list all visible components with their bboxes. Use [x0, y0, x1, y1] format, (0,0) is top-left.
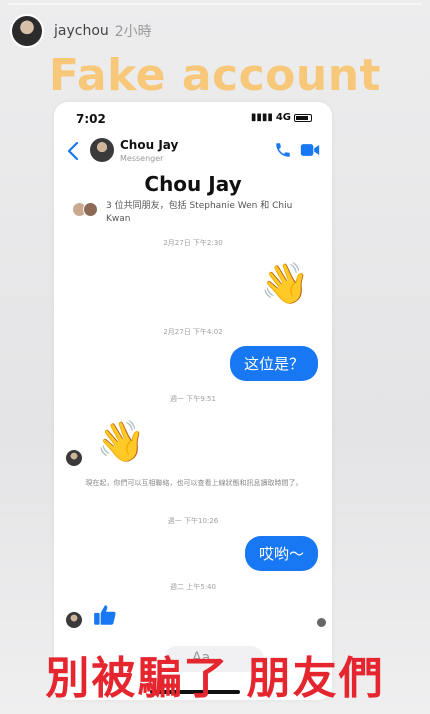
chat-header: Chou Jay Messenger [54, 136, 332, 166]
message-timestamp: 週一 下午10:26 [167, 517, 219, 525]
battery-icon [294, 113, 312, 122]
sent-message-bubble[interactable]: 哎哟～ [244, 536, 318, 571]
sent-message-bubble[interactable]: 这位是？ [229, 346, 318, 381]
wave-emoji[interactable]: 👋 [260, 264, 310, 304]
video-call-icon[interactable] [300, 142, 320, 158]
message-timestamp: 2月27日 下午4:02 [163, 328, 223, 336]
network-label: 4G [275, 112, 291, 123]
contact-name[interactable]: Chou Jay [120, 138, 178, 152]
read-receipt-avatar [317, 618, 326, 627]
mutual-avatars [72, 202, 102, 218]
avatar[interactable] [10, 14, 44, 48]
contact-avatar [66, 450, 82, 466]
contact-avatar[interactable] [90, 138, 114, 162]
status-bar: 7:02 ▮▮▮▮ 4G [54, 112, 332, 130]
bottom-caption: 別被騙了 朋友們 [45, 653, 385, 704]
story-username[interactable]: jaychou [54, 23, 109, 39]
message-timestamp: 2月27日 下午2:30 [163, 239, 223, 247]
thumbs-up-icon[interactable] [92, 602, 118, 628]
top-caption: Fake account [48, 50, 382, 101]
wave-emoji[interactable]: 👋 [96, 422, 146, 462]
story-time: 2小時 [114, 24, 152, 40]
mutual-friends: 3 位共同朋友，包括 Stephanie Wen 和 Chiu Kwan [72, 200, 312, 226]
status-time: 7:02 [76, 112, 106, 126]
messenger-screenshot: 7:02 ▮▮▮▮ 4G Chou Jay Messenger Chou Jay… [54, 102, 332, 700]
story-header: jaychou 2小時 [10, 14, 152, 48]
signal-icon: ▮▮▮▮ [250, 112, 273, 123]
phone-call-icon[interactable] [274, 141, 292, 159]
message-timestamp: 週二 上午5:40 [170, 583, 216, 591]
message-timestamp: 週一 下午9:51 [170, 395, 216, 403]
connection-notice: 現在起，你們可以互相聯絡，也可以查看上線狀態和訊息讀取時間了。 [85, 479, 303, 487]
story-progress-bar [8, 3, 422, 5]
mutual-friends-text: 3 位共同朋友，包括 Stephanie Wen 和 Chiu Kwan [106, 201, 293, 224]
back-icon[interactable] [66, 140, 80, 162]
contact-avatar [66, 612, 82, 628]
status-indicators: ▮▮▮▮ 4G [251, 112, 312, 123]
avatar [83, 202, 98, 217]
profile-name: Chou Jay [144, 172, 242, 196]
contact-subtitle: Messenger [120, 154, 164, 163]
